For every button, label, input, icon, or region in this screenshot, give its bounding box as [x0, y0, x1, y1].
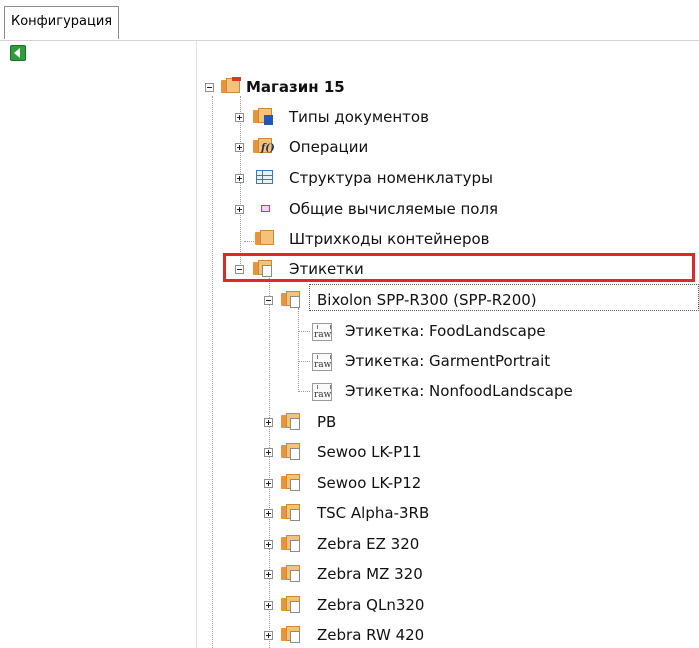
tree-item-printer[interactable]: Zebra QLn320 [317, 592, 424, 618]
tree-item-label: Операции [289, 138, 369, 156]
folder-fx-icon: f() [252, 135, 275, 157]
printer-folder-icon [280, 593, 302, 615]
tree-item-label: Bixolon SPP-R300 (SPP-R200) [317, 291, 537, 309]
printer-folder-icon [280, 440, 302, 462]
tree-item-label: Zebra RW 420 [317, 626, 425, 644]
back-arrow-icon[interactable] [10, 45, 26, 61]
tree-item-document-types[interactable]: Типы документов [289, 104, 429, 130]
tree-item-printer[interactable]: Sewoo LK-P11 [317, 439, 421, 465]
printer-folder-icon [280, 410, 302, 432]
folder-icon [252, 257, 274, 279]
tree-item-label: Этикетка: FoodLandscape [345, 322, 546, 340]
tree-item-label-template[interactable]: Этикетка: NonfoodLandscape [345, 378, 573, 404]
tree-item-labels[interactable]: Этикетки [289, 256, 364, 282]
tree-line [298, 308, 299, 392]
tree-item-printer[interactable]: PB [317, 409, 336, 435]
expand-toggle[interactable] [264, 509, 273, 518]
expand-toggle[interactable] [264, 631, 273, 640]
tree-item-printer[interactable]: TSC Alpha-3RB [317, 500, 429, 526]
expand-toggle[interactable] [264, 540, 273, 549]
raw-file-icon: raw [310, 350, 332, 372]
tree-item-printer[interactable]: Bixolon SPP-R300 (SPP-R200) [317, 287, 537, 313]
tree-item-label: Этикетка: GarmentPortrait [345, 352, 551, 370]
tree-root-store[interactable]: Магазин 15 [246, 74, 345, 100]
expand-toggle[interactable] [264, 601, 273, 610]
tree-item-label: Типы документов [289, 108, 429, 126]
folder-icon [254, 227, 276, 249]
tree-item-printer[interactable]: Zebra EZ 320 [317, 531, 419, 557]
printer-folder-icon [280, 623, 302, 645]
table-icon [254, 166, 276, 188]
expand-toggle[interactable] [264, 479, 273, 488]
tree-item-label: Этикетка: NonfoodLandscape [345, 382, 573, 400]
printer-folder-icon [280, 562, 302, 584]
expand-toggle[interactable] [264, 570, 273, 579]
tree-item-nomenclature-structure[interactable]: Структура номенклатуры [289, 165, 493, 191]
tree-item-container-barcodes[interactable]: Штрихкоды контейнеров [289, 226, 489, 252]
folder-root-icon [220, 75, 242, 97]
raw-file-icon: raw [310, 320, 332, 342]
folder-doc-icon [252, 105, 274, 127]
printer-folder-icon [280, 288, 302, 310]
tree-item-label: Zebra MZ 320 [317, 565, 423, 583]
tree-item-label-template[interactable]: Этикетка: GarmentPortrait [345, 348, 550, 374]
tree-line [298, 391, 310, 392]
expand-toggle[interactable] [264, 418, 273, 427]
field-icon [254, 197, 276, 219]
tree-item-label: Общие вычисляемые поля [289, 200, 499, 218]
expand-toggle[interactable] [235, 143, 244, 152]
tree-item-label: Sewoo LK-P12 [317, 474, 422, 492]
collapse-toggle[interactable] [235, 265, 244, 274]
tree-item-label: PB [317, 413, 337, 431]
tab-configuration[interactable]: Конфигурация [4, 6, 120, 39]
tree-line [298, 331, 310, 332]
tree-item-label: Штрихкоды контейнеров [289, 230, 490, 248]
tab-bar: Конфигурация [0, 0, 699, 41]
tree-item-printer[interactable]: Zebra MZ 320 [317, 561, 423, 587]
tree-line [298, 361, 310, 362]
tree-item-printer[interactable]: Sewoo LK-P12 [317, 470, 421, 496]
printer-folder-icon [280, 532, 302, 554]
tree-item-label: Zebra QLn320 [317, 596, 425, 614]
raw-file-icon: raw [310, 380, 332, 402]
tree-item-operations[interactable]: Операции [289, 134, 368, 160]
printer-folder-icon [280, 471, 302, 493]
tree-line [269, 278, 270, 648]
expand-toggle[interactable] [235, 205, 244, 214]
tree-item-computed-fields[interactable]: Общие вычисляемые поля [289, 196, 498, 222]
expand-toggle[interactable] [235, 174, 244, 183]
tree-root-label: Магазин 15 [246, 78, 345, 96]
tree-item-label: TSC Alpha-3RB [317, 504, 430, 522]
expand-toggle[interactable] [235, 113, 244, 122]
tree-item-printer[interactable]: Zebra RW 420 [317, 622, 424, 648]
expand-toggle[interactable] [264, 448, 273, 457]
tree-item-label: Структура номенклатуры [289, 169, 493, 187]
left-panel [0, 41, 197, 648]
collapse-toggle[interactable] [205, 83, 214, 92]
collapse-toggle[interactable] [264, 296, 273, 305]
tree-item-label: Этикетки [289, 260, 364, 278]
tree-line [212, 96, 213, 648]
tree-item-label: Sewoo LK-P11 [317, 443, 422, 461]
printer-folder-icon [280, 501, 302, 523]
tree-item-label-template[interactable]: Этикетка: FoodLandscape [345, 318, 546, 344]
tree-item-label: Zebra EZ 320 [317, 535, 420, 553]
